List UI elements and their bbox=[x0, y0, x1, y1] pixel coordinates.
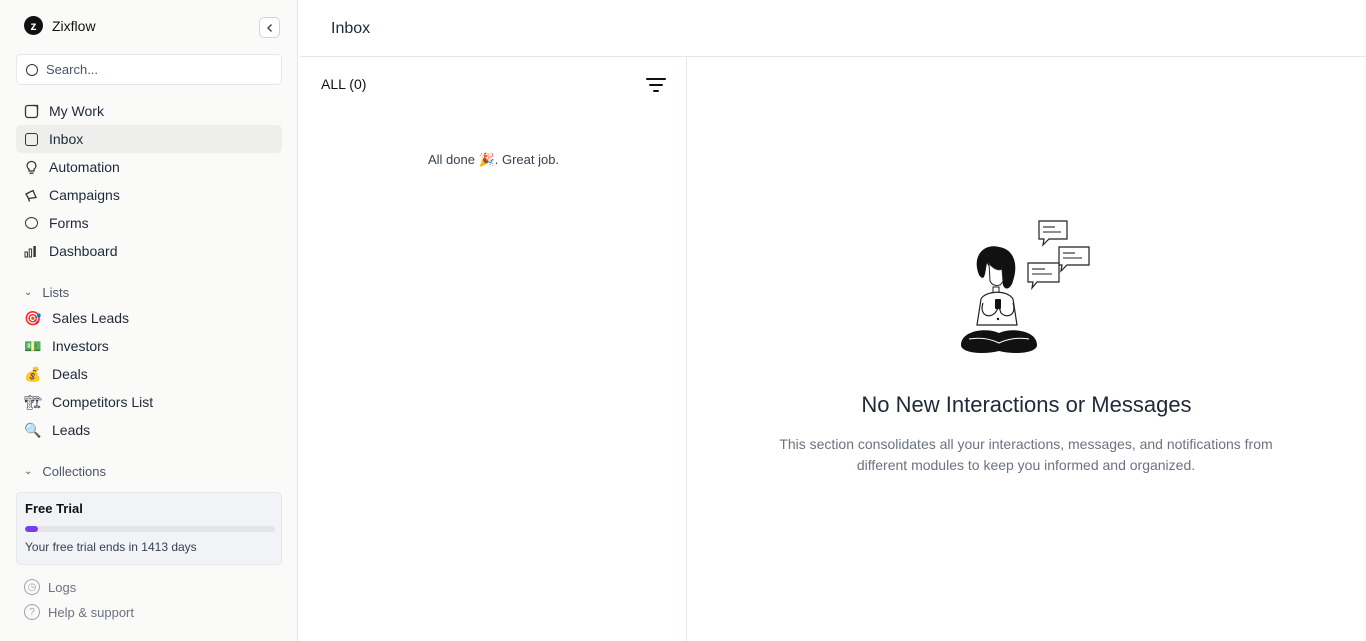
brand-name: Zixflow bbox=[52, 17, 96, 34]
nav-item-forms[interactable]: Forms bbox=[16, 209, 282, 237]
empty-state-description: This section consolidates all your inter… bbox=[779, 436, 1273, 473]
sidebar: z Zixflow My Work Inbox Automation bbox=[0, 0, 298, 641]
nav-item-campaigns[interactable]: Campaigns bbox=[16, 181, 282, 209]
nav-item-automation[interactable]: Automation bbox=[16, 153, 282, 181]
chevron-down-icon: ⌄ bbox=[24, 466, 33, 477]
list-item-deals[interactable]: 💰 Deals bbox=[16, 360, 282, 388]
inbox-list-pane: ALL (0) All done 🎉. Great job. bbox=[300, 57, 687, 641]
clock-icon: ◷ bbox=[24, 579, 40, 595]
megaphone-icon bbox=[24, 188, 39, 203]
logs-label: Logs bbox=[48, 579, 77, 595]
trial-days-text: Your free trial ends in 1413 days bbox=[25, 540, 197, 554]
magnifier-icon: 🔍 bbox=[24, 421, 42, 438]
meditating-person-illustration bbox=[961, 220, 1090, 353]
target-icon: 🎯 bbox=[24, 309, 42, 326]
nav-item-label: Automation bbox=[49, 159, 120, 175]
inbox-filter-label[interactable]: ALL (0) bbox=[321, 76, 366, 92]
collapse-sidebar-button[interactable] bbox=[259, 17, 280, 38]
checkbox-icon bbox=[24, 104, 39, 119]
lists-section-toggle[interactable]: ⌄ Lists bbox=[24, 285, 69, 300]
main-nav: My Work Inbox Automation Campaigns Forms bbox=[16, 97, 282, 265]
help-support-link[interactable]: ? Help & support bbox=[24, 604, 274, 620]
trial-progress-fill bbox=[25, 526, 38, 532]
brand[interactable]: z Zixflow bbox=[24, 16, 96, 35]
list-item-label: Competitors List bbox=[52, 394, 154, 410]
lightbulb-icon bbox=[24, 160, 39, 175]
nav-item-label: Inbox bbox=[49, 131, 84, 147]
list-item-label: Investors bbox=[52, 338, 109, 354]
lists-nav: 🎯 Sales Leads 💵 Investors 💰 Deals 🏗 Comp… bbox=[16, 304, 282, 444]
form-icon bbox=[24, 216, 39, 231]
search-box[interactable] bbox=[16, 54, 282, 85]
nav-item-label: My Work bbox=[49, 103, 104, 119]
free-trial-card[interactable]: Free Trial Your free trial ends in 1413 … bbox=[16, 492, 282, 565]
money-icon: 💵 bbox=[24, 337, 42, 354]
nav-item-my-work[interactable]: My Work bbox=[16, 97, 282, 125]
empty-list-text: All done 🎉. Great job. bbox=[427, 152, 560, 167]
help-label: Help & support bbox=[48, 604, 134, 620]
filter-icon[interactable] bbox=[644, 75, 668, 95]
empty-state-title: No New Interactions or Messages bbox=[861, 392, 1192, 417]
list-item-competitors-list[interactable]: 🏗 Competitors List bbox=[16, 388, 282, 416]
collections-section-title: Collections bbox=[42, 464, 106, 479]
list-item-leads[interactable]: 🔍 Leads bbox=[16, 416, 282, 444]
chevron-down-icon: ⌄ bbox=[24, 287, 33, 298]
top-bar: Inbox bbox=[300, 0, 1366, 57]
money-bag-icon: 💰 bbox=[24, 365, 42, 382]
search-input[interactable] bbox=[46, 62, 266, 77]
bar-chart-icon bbox=[24, 244, 39, 259]
inbox-icon bbox=[24, 132, 39, 147]
nav-item-label: Dashboard bbox=[49, 243, 118, 259]
logs-link[interactable]: ◷ Logs bbox=[24, 579, 274, 595]
list-item-sales-leads[interactable]: 🎯 Sales Leads bbox=[16, 304, 282, 332]
page-title: Inbox bbox=[331, 20, 371, 37]
list-item-investors[interactable]: 💵 Investors bbox=[16, 332, 282, 360]
trial-title: Free Trial bbox=[25, 501, 83, 516]
inbox-detail-pane: No New Interactions or Messages This sec… bbox=[687, 57, 1366, 641]
nav-item-inbox[interactable]: Inbox bbox=[16, 125, 282, 153]
lists-section-title: Lists bbox=[42, 285, 70, 300]
nav-item-dashboard[interactable]: Dashboard bbox=[16, 237, 282, 265]
list-item-label: Sales Leads bbox=[52, 310, 130, 326]
chevron-left-icon bbox=[266, 23, 272, 32]
collections-section-toggle[interactable]: ⌄ Collections bbox=[24, 464, 106, 479]
nav-item-label: Forms bbox=[49, 215, 89, 231]
search-icon bbox=[26, 63, 38, 76]
zixflow-logo-icon: z bbox=[24, 16, 43, 35]
nav-item-label: Campaigns bbox=[49, 187, 120, 203]
trial-progress-bar bbox=[25, 526, 275, 532]
list-item-label: Leads bbox=[52, 422, 91, 438]
list-item-label: Deals bbox=[52, 366, 88, 382]
construction-icon: 🏗 bbox=[24, 393, 42, 410]
question-icon: ? bbox=[24, 604, 40, 620]
